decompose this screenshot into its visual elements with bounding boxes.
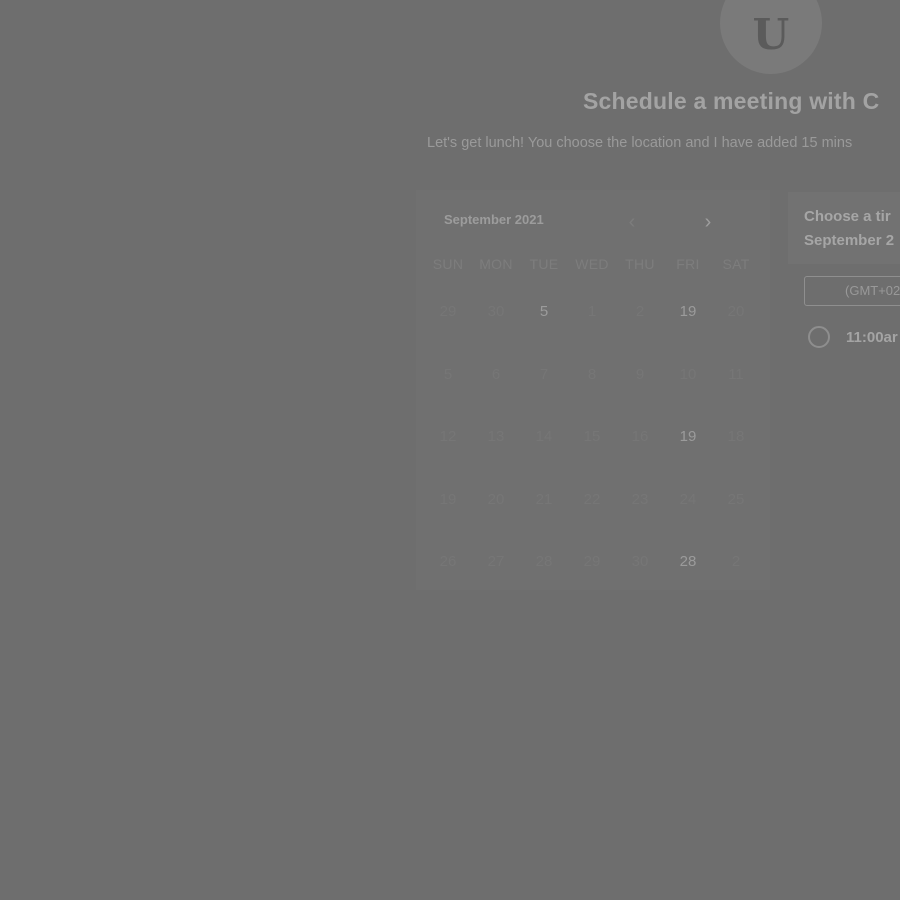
calendar-day: 20 (487, 490, 505, 508)
calendar-day: 7 (539, 365, 549, 383)
page-title: Schedule a meeting with C (583, 88, 880, 114)
calendar-day: 21 (535, 490, 553, 508)
avatar-letter: U (752, 9, 790, 59)
calendar-day-available[interactable]: 19 (664, 294, 712, 330)
calendar-day: 6 (491, 365, 501, 383)
time-slot-label: 11:00ar (846, 328, 898, 346)
calendar-day: 12 (439, 428, 457, 445)
choose-time-heading: Choose a tir (804, 208, 891, 225)
next-month-icon[interactable]: › (698, 212, 718, 232)
calendar-day: 14 (535, 428, 553, 445)
calendar-day: 2 (635, 303, 645, 320)
calendar-week: 5 6 7 8 9 10 11 (424, 357, 760, 420)
selected-date-label: September 2 (804, 232, 895, 249)
month-label: September 2021 (444, 212, 544, 227)
calendar-day: 11 (728, 365, 744, 383)
calendar-day: 25 (727, 490, 745, 508)
calendar-day: 8 (587, 365, 597, 383)
calendar-day: 1 (587, 303, 597, 320)
time-slot[interactable]: 11:00ar (808, 326, 898, 348)
weekday-sun: SUN (432, 256, 464, 272)
calendar-week: 12 13 14 15 16 19 18 (424, 419, 760, 482)
calendar-day: 18 (727, 428, 745, 445)
calendar-day: 29 (583, 553, 601, 570)
calendar-day: 13 (487, 428, 505, 445)
calendar-day: 30 (631, 553, 649, 570)
calendar-day-available[interactable]: 19 (664, 419, 712, 455)
calendar-week: 26 27 28 29 30 28 2 (424, 544, 760, 607)
calendar-day: 9 (635, 365, 645, 383)
calendar-day: 26 (439, 553, 457, 570)
weekday-tue: TUE (529, 256, 559, 272)
calendar-day: 29 (439, 303, 457, 320)
time-picker-header: Choose a tir September 2 (788, 192, 900, 264)
calendar-day: 27 (487, 553, 505, 570)
calendar-day-available[interactable]: 5 (520, 294, 568, 330)
calendar-day: 24 (679, 490, 697, 508)
weekday-thu: THU (625, 256, 655, 272)
calendar-day: 5 (443, 365, 453, 383)
calendar-grid: 29 30 5 1 2 19 20 5 6 7 8 9 10 11 12 13 … (424, 294, 760, 607)
calendar-day: 23 (631, 490, 649, 508)
weekday-sat: SAT (722, 256, 750, 272)
calendar-day: 28 (535, 553, 553, 570)
avatar: U (720, 0, 822, 74)
calendar-day: 19 (439, 490, 457, 508)
time-slot-radio[interactable] (808, 326, 830, 348)
calendar-week: 29 30 5 1 2 19 20 (424, 294, 760, 357)
calendar-day: 30 (487, 303, 505, 320)
calendar-week: 19 20 21 22 23 24 25 (424, 482, 760, 545)
timezone-select[interactable]: (GMT+02 (804, 276, 900, 306)
weekday-wed: WED (575, 256, 609, 272)
weekday-mon: MON (479, 256, 513, 272)
weekday-header: SUN MON TUE WED THU FRI SAT (424, 256, 760, 272)
calendar-day: 10 (679, 365, 697, 383)
page-subtitle: Let's get lunch! You choose the location… (427, 135, 853, 151)
calendar-day: 15 (583, 428, 601, 445)
calendar-day: 16 (631, 428, 649, 445)
calendar: September 2021 ‹ › SUN MON TUE WED THU F… (416, 190, 770, 590)
scheduling-page: U Schedule a meeting with C Let's get lu… (0, 0, 900, 900)
weekday-fri: FRI (676, 256, 700, 272)
prev-month-icon[interactable]: ‹ (622, 212, 642, 232)
calendar-day: 20 (727, 303, 745, 320)
calendar-day-available[interactable]: 28 (664, 544, 712, 580)
calendar-day: 2 (731, 553, 741, 570)
calendar-day: 22 (583, 490, 601, 508)
